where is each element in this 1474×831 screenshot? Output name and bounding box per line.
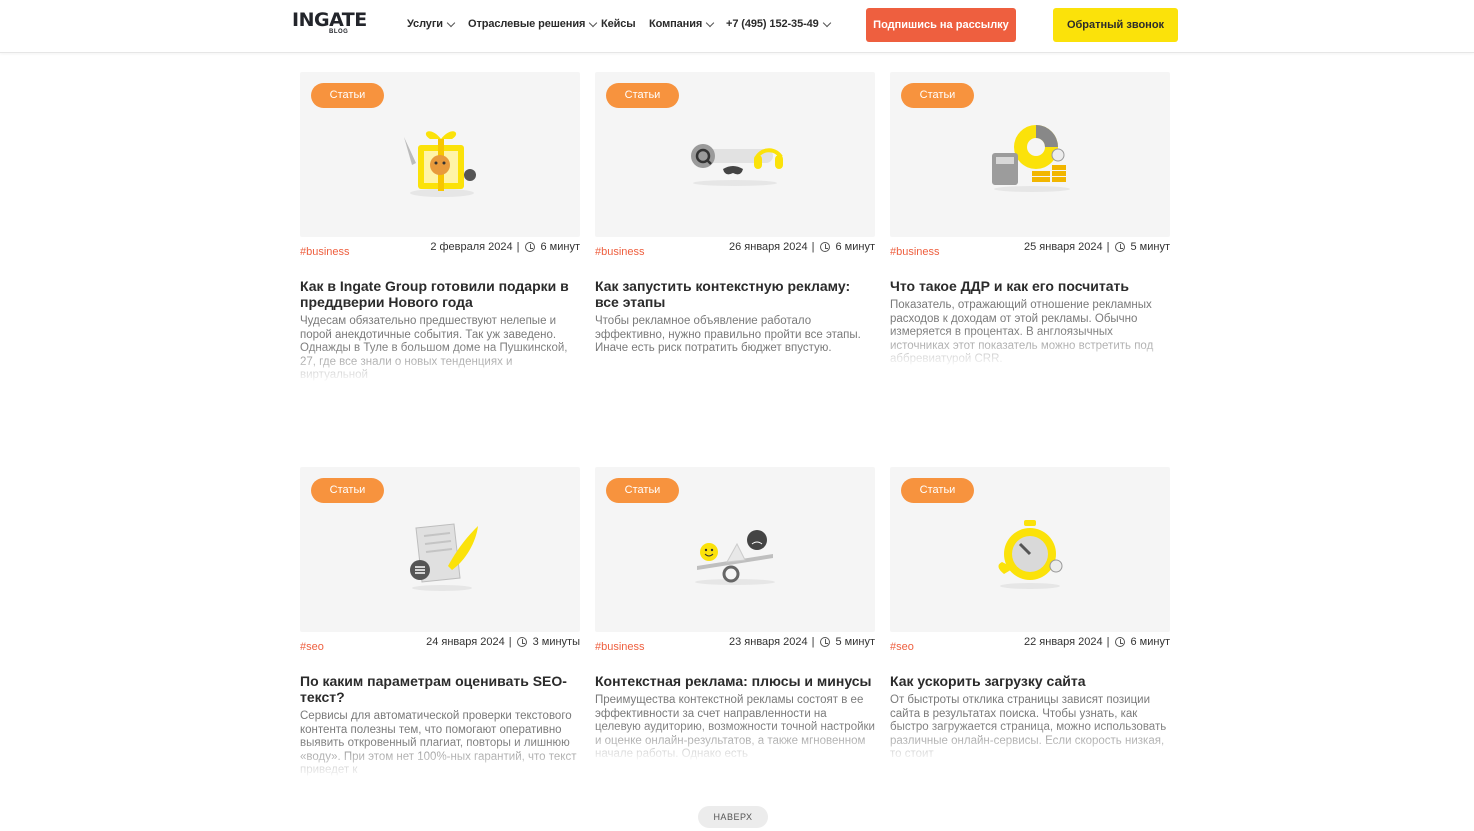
read-time: 5 минут (835, 636, 876, 648)
article-date: 22 января 2024 (1024, 636, 1103, 648)
category-badge[interactable]: Статьи (901, 83, 974, 108)
article-date: 2 февраля 2024 (430, 241, 513, 253)
article-title[interactable]: Как ускорить загрузку сайта (890, 673, 1170, 689)
article-meta: #business 2 февраля 2024 | 6 минут (300, 241, 580, 263)
article-tag[interactable]: #business (890, 246, 940, 258)
scales-smiley-icon (695, 530, 775, 585)
scroll-to-top-button[interactable]: НАВЕРХ (698, 806, 768, 828)
read-time: 6 минут (1130, 636, 1171, 648)
category-badge[interactable]: Статьи (606, 478, 679, 503)
article-tag[interactable]: #business (300, 246, 350, 258)
chevron-down-icon (705, 18, 715, 27)
clock-icon (524, 242, 535, 252)
article-title[interactable]: Что такое ДДР и как его посчитать (890, 278, 1170, 294)
separator: | (1106, 636, 1110, 648)
gift-box-icon (404, 131, 476, 197)
category-badge[interactable]: Статьи (311, 478, 384, 503)
article-date-read: 26 января 2024 | 6 минут (729, 241, 875, 253)
article-date: 26 января 2024 (729, 241, 808, 253)
article-thumbnail[interactable]: Статьи (890, 72, 1170, 237)
callback-button[interactable]: Обратный звонок (1053, 8, 1178, 42)
article-date-read: 2 февраля 2024 | 6 минут (430, 241, 580, 253)
nav-phone[interactable]: +7 (495) 152-35-49 (726, 18, 831, 30)
separator: | (516, 241, 520, 253)
article-meta: #seo 24 января 2024 | 3 минуты (300, 636, 580, 658)
article-tag[interactable]: #seo (890, 641, 914, 653)
logo-text: INGATE (292, 9, 367, 31)
article-meta: #business 23 января 2024 | 5 минут (595, 636, 875, 658)
category-badge[interactable]: Статьи (311, 83, 384, 108)
article-card[interactable]: Статьи #business 25 января 2024 | 5 мину… (890, 72, 1170, 367)
article-meta: #business 26 января 2024 | 6 минут (595, 241, 875, 263)
article-description: Сервисы для автоматической проверки текс… (300, 710, 577, 776)
article-tag[interactable]: #seo (300, 641, 324, 653)
article-card[interactable]: Статьи #business 2 февраля 2024 | 6 мину… (300, 72, 580, 383)
article-description: Чтобы рекламное объявление работало эффе… (595, 315, 861, 354)
article-thumbnail[interactable]: Статьи (300, 467, 580, 632)
read-time: 6 минут (540, 241, 581, 253)
article-date-read: 25 января 2024 | 5 минут (1024, 241, 1170, 253)
nav-industry-label: Отраслевые решения (468, 18, 586, 30)
article-card[interactable]: Статьи #seo 22 января 2024 | 6 минут Как… (890, 467, 1170, 762)
clock-icon (1114, 637, 1125, 647)
article-title[interactable]: По каким параметрам оценивать SEO-текст? (300, 673, 580, 705)
article-thumbnail[interactable]: Статьи (595, 72, 875, 237)
article-tag[interactable]: #business (595, 641, 645, 653)
site-header: INGATE BLOG Услуги Отраслевые решения Ке… (0, 0, 1474, 53)
clock-icon (1114, 242, 1125, 252)
nav-company[interactable]: Компания (649, 18, 715, 30)
subscribe-button[interactable]: Подпишись на рассылку (866, 8, 1016, 42)
read-time: 3 минуты (532, 636, 580, 648)
search-gamepad-headphones-icon (691, 144, 783, 186)
article-date-read: 23 января 2024 | 5 минут (729, 636, 875, 648)
nav-services[interactable]: Услуги (407, 18, 456, 30)
article-description: От быстроты отклика страницы зависят поз… (890, 694, 1167, 760)
article-card[interactable]: Статьи #business 26 января 2024 | 6 мину… (595, 72, 875, 383)
read-time: 6 минут (835, 241, 876, 253)
nav-industry-solutions[interactable]: Отраслевые решения (468, 18, 598, 30)
article-description: Чудесам обязательно предшествуют нелепые… (300, 315, 568, 381)
logo-subtext: BLOG (329, 29, 349, 35)
article-thumbnail[interactable]: Статьи (300, 72, 580, 237)
article-title[interactable]: Как в Ingate Group готовили подарки в пр… (300, 278, 580, 310)
nav-cases[interactable]: Кейсы (601, 18, 636, 30)
separator: | (1106, 241, 1110, 253)
scroll-feather-icon (410, 523, 478, 591)
clock-icon (819, 637, 830, 647)
article-title[interactable]: Как запустить контекстную рекламу: все э… (595, 278, 875, 310)
category-badge[interactable]: Статьи (606, 83, 679, 108)
article-tag[interactable]: #business (595, 246, 645, 258)
separator: | (811, 636, 815, 648)
article-card[interactable]: Статьи #business 23 января 2024 | 5 мину… (595, 467, 875, 762)
article-description: Преимущества контекстной рекламы состоят… (595, 694, 875, 760)
clock-icon (516, 637, 527, 647)
nav-company-label: Компания (649, 18, 703, 30)
calculator-coins-icon (992, 125, 1070, 192)
article-card[interactable]: Статьи #seo 24 января 2024 | 3 минуты По… (300, 467, 580, 778)
read-time: 5 минут (1130, 241, 1171, 253)
article-title[interactable]: Контекстная реклама: плюсы и минусы (595, 673, 875, 689)
category-badge[interactable]: Статьи (901, 478, 974, 503)
chevron-down-icon (822, 18, 831, 27)
article-date-read: 24 января 2024 | 3 минуты (426, 636, 580, 648)
article-meta: #seo 22 января 2024 | 6 минут (890, 636, 1170, 658)
separator: | (508, 636, 512, 648)
article-meta: #business 25 января 2024 | 5 минут (890, 241, 1170, 263)
article-date-read: 22 января 2024 | 6 минут (1024, 636, 1170, 648)
separator: | (811, 241, 815, 253)
nav-services-label: Услуги (407, 18, 443, 30)
ingate-blog-logo[interactable]: INGATE BLOG (292, 10, 374, 40)
stopwatch-icon (998, 520, 1063, 589)
nav-phone-label: +7 (495) 152-35-49 (726, 18, 819, 30)
nav-cases-label: Кейсы (601, 18, 636, 30)
article-description: Показатель, отражающий отношение рекламн… (890, 299, 1154, 365)
article-date: 25 января 2024 (1024, 241, 1103, 253)
chevron-down-icon (589, 18, 598, 27)
article-date: 24 января 2024 (426, 636, 505, 648)
article-date: 23 января 2024 (729, 636, 808, 648)
clock-icon (819, 242, 830, 252)
article-thumbnail[interactable]: Статьи (890, 467, 1170, 632)
chevron-down-icon (446, 18, 456, 27)
article-thumbnail[interactable]: Статьи (595, 467, 875, 632)
